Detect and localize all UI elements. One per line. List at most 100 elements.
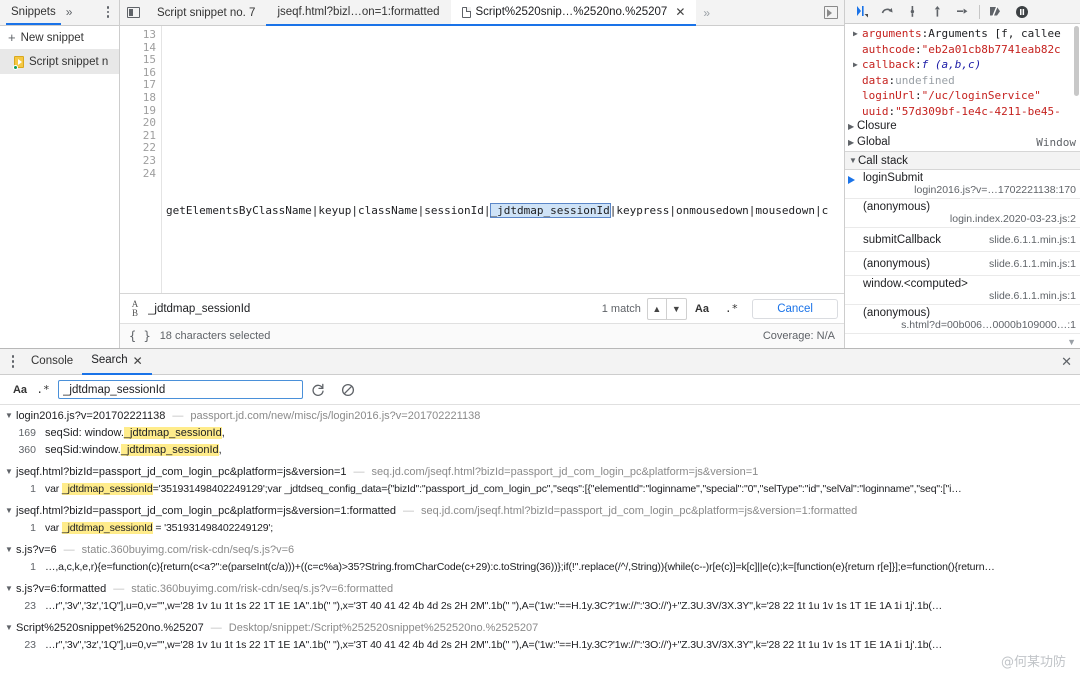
result-file-header[interactable]: ▼ login2016.js?v=201702221138 — passport… [0,407,1080,424]
chevron-down-icon[interactable]: ▼ [1067,337,1076,347]
selected-text[interactable]: _jdtdmap_sessionId [489,203,611,219]
chevron-down-icon[interactable]: ▼ [5,411,14,420]
navigator-menu-icon[interactable] [101,3,115,21]
toggle-navigator-icon[interactable] [120,0,146,25]
navigator-more-icon[interactable]: » [61,0,78,25]
call-stack-frame[interactable]: window.<computed> slide.6.1.1.min.js:1 [845,276,1080,305]
scrollbar-thumb[interactable] [1074,26,1079,96]
call-stack-frame[interactable]: submitCallback slide.6.1.1.min.js:1 [845,228,1080,252]
cancel-button[interactable]: Cancel [752,298,838,319]
scope-row[interactable]: ▶ arguments: Arguments [f, callee [845,26,1080,42]
match-case-button[interactable]: Aa [8,384,32,396]
separator: — [210,621,222,634]
result-file-header[interactable]: ▼ jseqf.html?bizId=passport_jd_com_login… [0,502,1080,519]
chevron-down-icon[interactable]: ▼ [5,506,14,515]
result-line[interactable]: 23 …r",'3v",'3z','1Q"],u=0,v="",w='28 1v… [0,636,1080,653]
tab-search[interactable]: Search ✕ [82,349,152,375]
chevron-down-icon[interactable]: ▼ [5,623,14,632]
chevron-down-icon[interactable]: ▼ [849,156,858,165]
regex-button[interactable]: .* [32,383,54,396]
toggle-debugger-icon[interactable] [824,6,838,19]
find-next-button[interactable]: ▼ [666,297,687,320]
frame-name: loginSubmit [863,172,924,184]
call-stack-frame[interactable]: (anonymous) s.html?d=00b006…0000b109000…… [845,305,1080,334]
drawer-panel: Console Search ✕ ✕ Aa .* ▼ login2 [0,348,1080,688]
clear-icon[interactable] [333,383,363,397]
regex-button[interactable]: .* [717,302,746,315]
call-stack-header[interactable]: ▼ Call stack [845,151,1080,170]
snippet-file-icon [13,55,25,70]
close-icon[interactable]: ✕ [675,6,685,18]
tab-console[interactable]: Console [22,349,82,375]
call-stack-frame[interactable]: (anonymous) slide.6.1.1.min.js:1 [845,252,1080,276]
chevron-down-icon[interactable]: ▼ [5,584,14,593]
chevron-right-icon[interactable]: ▶ [853,26,862,42]
editor-tab-1[interactable]: jseqf.html?bizl…on=1:formatted [266,0,451,26]
scope-group-value: Window [1036,136,1076,150]
code-editor[interactable]: 13 14 15 16 17 18 19 20 21 22 23 24 getE… [120,26,844,293]
result-line[interactable]: 169 seqSid: window._jdtdmap_sessionId, [0,424,1080,441]
result-line[interactable]: 1 var _jdtdmap_sessionId = '351931498402… [0,519,1080,536]
result-file-header[interactable]: ▼ Script%2520snippet%2520no.%25207 — Des… [0,619,1080,636]
chevron-down-icon[interactable]: ▼ [5,467,14,476]
call-stack-frame[interactable]: (anonymous) login.index.2020-03-23.js:2 [845,199,1080,228]
result-file-header[interactable]: ▼ jseqf.html?bizId=passport_jd_com_login… [0,463,1080,480]
editor-tab-label: jseqf.html?bizl…on=1:formatted [277,6,440,18]
new-snippet-button[interactable]: + New snippet [0,26,119,50]
deactivate-breakpoints-icon[interactable] [984,0,1009,24]
scope-group-closure[interactable]: ▶ Closure [845,119,1080,135]
result-file-header[interactable]: ▼ s.js?v=6 — static.360buyimg.com/risk-c… [0,541,1080,558]
drawer-menu-icon[interactable] [4,350,22,374]
list-item[interactable]: Script snippet n [0,50,119,74]
scope-value: "eb2a01cb8b7741eab82c [921,42,1061,56]
scope-row[interactable]: ▶ callback: f (a,b,c) [845,57,1080,73]
frame-location: slide.6.1.1.min.js:1 [989,257,1076,270]
scope-group-global[interactable]: ▶ Global Window [845,135,1080,151]
result-line[interactable]: 360 seqSid:window._jdtdmap_sessionId, [0,441,1080,458]
result-file-header[interactable]: ▼ s.js?v=6:formatted — static.360buyimg.… [0,580,1080,597]
result-line[interactable]: 1 …,a,c,k,e,r){e=function(c){return(c<a?… [0,558,1080,575]
find-input[interactable] [144,301,602,316]
match-case-button[interactable]: Aa [687,303,717,315]
result-line[interactable]: 1 var _jdtdmap_sessionId='35193149840224… [0,480,1080,497]
result-file-url: seq.jd.com/jseqf.html?bizId=passport_jd_… [371,465,759,478]
search-toolbar: Aa .* [0,375,1080,405]
close-icon[interactable]: ✕ [133,355,143,367]
tab-snippets[interactable]: Snippets [6,0,61,25]
resume-icon[interactable] [850,0,875,24]
chevron-right-icon[interactable]: ▶ [848,135,857,151]
call-stack-frame[interactable]: loginSubmit login2016.js?v=…1702221138:1… [845,170,1080,199]
search-input[interactable] [58,380,303,399]
step-into-icon[interactable] [900,0,925,24]
frame-name: submitCallback [863,233,941,246]
pretty-print-icon[interactable]: { } [129,329,151,343]
scope-row[interactable]: authcode: "eb2a01cb8b7741eab82c [845,42,1080,58]
scope-row[interactable]: loginUrl: "/uc/loginService" [845,88,1080,104]
scope-row[interactable]: uuid: "57d309bf-1e4c-4211-be45- [845,104,1080,120]
result-file-url: passport.jd.com/new/misc/js/login2016.js… [190,409,481,422]
scope-key: authcode [862,42,915,56]
chevron-right-icon[interactable]: ▶ [853,57,862,73]
step-over-icon[interactable] [875,0,900,24]
result-file-url: seq.jd.com/jseqf.html?bizId=passport_jd_… [421,504,858,517]
find-prev-button[interactable]: ▲ [646,297,667,320]
result-line-text: …r",'3v",'3z','1Q"],u=0,v="",w='28 1v 1u… [45,599,943,612]
editor-tab-0[interactable]: Script snippet no. 7 [146,0,266,26]
result-group: ▼ s.js?v=6:formatted — static.360buyimg.… [0,580,1080,614]
code-content[interactable]: getElementsByClassName|keyup|className|s… [162,26,844,293]
drawer-close-icon[interactable]: ✕ [1061,355,1072,368]
step-icon[interactable] [950,0,975,24]
pause-on-exceptions-icon[interactable] [1009,0,1034,24]
result-line[interactable]: 23 …r",'3v",'3z','1Q"],u=0,v="",w='28 1v… [0,597,1080,614]
separator: — [353,465,365,478]
editor-tabs-overflow-icon[interactable]: » [696,0,717,25]
chevron-down-icon[interactable]: ▼ [5,545,14,554]
devtools-window: Snippets » + New snippet Script snippet … [0,0,1080,688]
result-line-text: …,a,c,k,e,r){e=function(c){return(c<a?''… [45,560,995,573]
editor-tab-2[interactable]: Script%2520snip…%2520no.%25207 ✕ [450,0,697,26]
refresh-icon[interactable] [303,383,333,397]
chevron-right-icon[interactable]: ▶ [848,119,857,135]
scope-row[interactable]: data: undefined [845,73,1080,89]
code-line-23[interactable]: getElementsByClassName|keyup|className|s… [162,203,844,219]
step-out-icon[interactable] [925,0,950,24]
